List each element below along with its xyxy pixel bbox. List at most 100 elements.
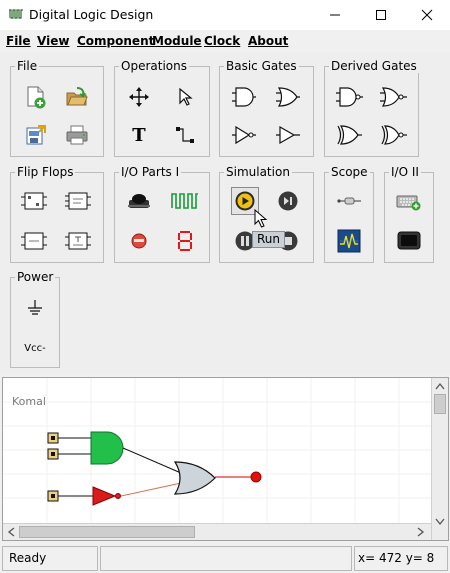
d-flip-flop-icon: [21, 232, 47, 250]
group-simulation: Simulation Run: [219, 165, 314, 263]
buffer-gate-icon: [276, 125, 300, 145]
group-flip-flops-title: Flip Flops: [15, 165, 76, 179]
move-tool-button[interactable]: [125, 83, 153, 111]
input-switch-a[interactable]: [47, 432, 59, 444]
printer-icon: [66, 125, 88, 145]
maximize-button[interactable]: [358, 0, 404, 30]
led-button[interactable]: [125, 227, 153, 255]
horizontal-scrollbar[interactable]: [3, 523, 431, 540]
step-simulation-button[interactable]: [274, 187, 302, 215]
group-operations-title: Operations: [119, 59, 189, 73]
title-bar: Digital Logic Design: [0, 0, 450, 30]
t-flip-flop-icon: [65, 232, 91, 250]
d-flip-flop-button[interactable]: [20, 227, 48, 255]
xor-gate-icon: [337, 125, 362, 145]
xnor-gate-button[interactable]: [379, 121, 407, 149]
minimize-icon: [330, 14, 340, 16]
nor-gate-button[interactable]: [379, 83, 407, 111]
or-gate-component[interactable]: [173, 461, 216, 495]
play-icon: [235, 191, 255, 211]
seven-segment-button[interactable]: [171, 227, 199, 255]
maximize-icon: [376, 10, 386, 20]
clock-wave-icon: [171, 193, 198, 209]
menu-module[interactable]: Module: [152, 34, 202, 48]
step-forward-icon: [278, 191, 298, 211]
and-gate-component[interactable]: [90, 431, 124, 465]
seven-segment-icon: [178, 231, 192, 251]
scroll-right-icon[interactable]: [417, 527, 425, 537]
ground-button[interactable]: [21, 294, 49, 322]
close-button[interactable]: [404, 0, 450, 30]
jk-flip-flop-icon: [65, 192, 91, 210]
not-gate-button[interactable]: [230, 121, 258, 149]
group-simulation-title: Simulation: [224, 165, 292, 179]
scroll-left-icon[interactable]: [7, 527, 15, 537]
group-file-title: File: [15, 59, 40, 73]
not-gate-bubble: [115, 493, 121, 499]
group-scope-title: Scope: [329, 165, 370, 179]
nand-gate-button[interactable]: [335, 83, 363, 111]
group-file: File: [10, 59, 104, 157]
input-switch-b[interactable]: [47, 448, 59, 460]
group-derived-gates-title: Derived Gates: [329, 59, 419, 73]
jk-flip-flop-button[interactable]: [64, 187, 92, 215]
vertical-scroll-thumb[interactable]: [434, 394, 446, 414]
or-gate-icon: [276, 87, 300, 107]
group-operations: Operations T: [114, 59, 210, 157]
output-led[interactable]: [250, 471, 262, 483]
minimize-button[interactable]: [312, 0, 358, 30]
text-tool-button[interactable]: T: [125, 121, 153, 149]
nand-gate-icon: [336, 87, 363, 107]
vertical-scrollbar[interactable]: [431, 378, 448, 540]
select-tool-button[interactable]: [171, 83, 199, 111]
xor-gate-button[interactable]: [335, 121, 363, 149]
scroll-down-icon[interactable]: [435, 518, 445, 526]
status-message: Ready: [2, 546, 98, 571]
ground-icon: [28, 300, 42, 315]
or-gate-button[interactable]: [274, 83, 302, 111]
clock-source-button[interactable]: [171, 187, 199, 215]
terminal-display-button[interactable]: [395, 227, 423, 255]
input-switch-c[interactable]: [47, 490, 59, 502]
horizontal-scroll-thumb[interactable]: [19, 526, 195, 538]
group-power: Power Vcc-: [10, 270, 60, 368]
oscilloscope-button[interactable]: [335, 227, 363, 255]
push-button-icon: [128, 194, 150, 208]
push-button-tool[interactable]: [125, 187, 153, 215]
menu-bar: File View Component Module Clock About: [0, 30, 450, 52]
not-gate-component[interactable]: [92, 486, 117, 506]
group-power-title: Power: [15, 270, 56, 284]
vcc-button[interactable]: Vcc-: [16, 334, 54, 362]
circuit-canvas[interactable]: Komal: [2, 377, 449, 541]
cursor-coordinates: x= 472 y= 8: [354, 546, 448, 571]
window-title: Digital Logic Design: [29, 7, 154, 22]
menu-component[interactable]: Component: [77, 34, 154, 48]
menu-file[interactable]: File: [6, 34, 31, 48]
scroll-up-icon[interactable]: [435, 382, 445, 390]
oscilloscope-icon: [337, 229, 361, 253]
run-tooltip: Run: [252, 231, 286, 248]
new-file-button[interactable]: [22, 83, 50, 111]
led-icon: [131, 233, 147, 249]
wire-and-to-or: [122, 447, 182, 474]
wire-tool-button[interactable]: [171, 121, 199, 149]
probe-button[interactable]: [335, 187, 363, 215]
status-bar: Ready x= 472 y= 8: [0, 544, 450, 573]
sr-flip-flop-button[interactable]: [20, 187, 48, 215]
print-button[interactable]: [63, 121, 91, 149]
menu-about[interactable]: About: [248, 34, 288, 48]
save-file-button[interactable]: [22, 121, 50, 149]
keyboard-input-button[interactable]: [395, 187, 423, 215]
nor-gate-icon: [380, 87, 407, 107]
open-file-button[interactable]: [63, 83, 91, 111]
group-io-parts-1: I/O Parts I: [114, 165, 210, 263]
and-gate-button[interactable]: [230, 83, 258, 111]
wire-not-to-or: [120, 482, 182, 497]
save-icon: [26, 125, 46, 145]
menu-view[interactable]: View: [37, 34, 69, 48]
tool-panel: File Operations T Basic Gates Derived Ga…: [0, 52, 450, 374]
t-flip-flop-button[interactable]: [64, 227, 92, 255]
buffer-gate-button[interactable]: [274, 121, 302, 149]
menu-clock[interactable]: Clock: [204, 34, 240, 48]
app-icon: [9, 9, 23, 19]
